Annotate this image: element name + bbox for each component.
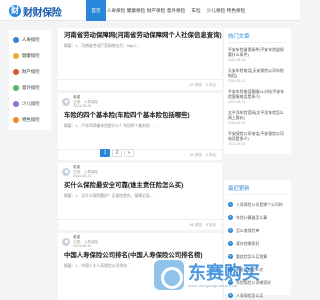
article-title[interactable]: 河南省劳动保障网(河南省劳动保障网个人社保信息查询) (58, 28, 222, 40)
sidebar-item-label: 人寿保险 (22, 37, 40, 42)
article-card[interactable]: 老梁 分类：人寿保险 2024-05-31 车险的四个基本险(车险四个基本险包括… (58, 93, 222, 160)
hot-article-item[interactable]: 平安车险退保条件(平安车险退保要什么条件) 2024-05-31 (228, 46, 287, 67)
page-button-2[interactable]: 2 (112, 149, 122, 157)
watermark: 东赛购买 www.dongsaigoumai.com (154, 257, 262, 293)
latest-item-label[interactable]: 车险计算器怎么算 (236, 215, 267, 221)
comment-count: 0 评论 (205, 222, 216, 227)
sidebar-item-kids[interactable]: 少儿保险 (9, 96, 51, 112)
latest-item[interactable]: 3 怎么查保险单 (228, 224, 287, 237)
kids-category-icon (13, 101, 19, 107)
hot-article-date: 2024-05-31 (228, 121, 246, 125)
hot-articles-panel: 热门文章 平安车险退保条件(平安车险退保要什么条件) 2024-05-31 天安… (224, 28, 291, 154)
hot-article-date: 2024-05-31 (228, 100, 246, 104)
main-nav: 首页 人寿保险 健康保险 财产保险 意外保险 车险 少儿保险 特色保险 (86, 0, 246, 21)
rank-badge-icon: 2 (228, 215, 233, 220)
hot-article-title[interactable]: 平安车险退保条件(平安车险退保要什么条件) (228, 47, 287, 57)
sidebar-item-special[interactable]: 特色保险 (9, 112, 51, 128)
rank-badge-icon: 3 (228, 228, 233, 233)
latest-item-label[interactable]: 怎么查保险单 (236, 228, 259, 234)
logo-text: 财财保险 (23, 7, 62, 19)
article-title[interactable]: 车险的四个基本险(车险四个基本险包括哪些) (58, 108, 222, 120)
health-category-icon (13, 53, 19, 59)
special-category-icon (13, 117, 19, 123)
article-date: 2024-05-31 (73, 174, 92, 179)
article-excerpt: 摘要：1、买什么保险最好？买保险首先，保障全面... (64, 194, 153, 198)
watermark-url: www.dongsaigoumai.com (188, 282, 238, 288)
pagination: 1 2 » (100, 149, 136, 157)
nav-item-home[interactable]: 首页 (86, 0, 106, 21)
sidebar-item-label: 意外保险 (22, 85, 40, 90)
top-navbar: 财 财财保险 首页 人寿保险 健康保险 财产保险 意外保险 车险 少儿保险 特色… (0, 0, 300, 21)
article-stats: 53 浏览 0 评论 (58, 149, 222, 160)
view-count: 57 浏览 (189, 82, 202, 87)
article-meta: 老梁 分类：人寿保险 2024-05-31 (58, 163, 222, 178)
latest-item-label[interactable]: 意外险哪家好 (236, 241, 259, 247)
nav-item-health[interactable]: 健康保险 (126, 0, 146, 21)
latest-item[interactable]: 4 意外险哪家好 (228, 237, 287, 250)
article-meta: 老梁 分类：人寿保险 2024-05-31 (58, 233, 222, 248)
article-stats: 57 浏览 0 评论 (58, 79, 222, 90)
rank-badge-icon: 1 (228, 202, 233, 207)
sidebar-item-label: 财产保险 (22, 69, 40, 74)
article-stats: 68 浏览 0 评论 (58, 219, 222, 230)
property-category-icon (13, 69, 19, 75)
site-logo[interactable]: 财 财财保险 (9, 4, 62, 19)
sidebar-item-life[interactable]: 人寿保险 (9, 32, 51, 48)
hot-article-title[interactable]: 平安保险公司电话(平安保险公司电话是多少) (228, 131, 287, 141)
article-card[interactable]: 河南省劳动保障网(河南省劳动保障网个人社保信息查询) 摘要：1、河南省劳动厅官网… (58, 28, 222, 90)
view-count: 68 浏览 (189, 222, 202, 227)
article-date: 2024-05-31 (73, 104, 92, 109)
author-avatar-icon (62, 238, 70, 246)
hot-article-date: 2024-05-31 (228, 58, 246, 62)
watermark-text: 东赛购买 (188, 262, 260, 283)
sidebar-item-label: 特色保险 (22, 117, 40, 122)
comment-count: 0 评论 (205, 82, 216, 87)
nav-item-special[interactable]: 特色保险 (226, 0, 246, 21)
latest-item-label[interactable]: 人寿保险公司是哪个公司的 (236, 202, 283, 208)
sidebar-item-label: 少儿保险 (22, 101, 40, 106)
hot-article-title[interactable]: 平安车险电话客服24小时(平安车险客服电话是多少) (228, 89, 287, 99)
hot-article-item[interactable]: 太平洋车险官网(太平洋车险怎么网上报价) 2024-05-31 (228, 109, 287, 130)
hot-articles-title: 热门文章 (228, 32, 287, 43)
hot-article-date: 2024-05-31 (228, 142, 246, 146)
nav-item-accident[interactable]: 意外保险 (166, 0, 186, 21)
view-count: 53 浏览 (189, 152, 202, 157)
nav-item-property[interactable]: 财产保险 (146, 0, 166, 21)
article-title[interactable]: 买什么保险最安全可靠(谁主责任险怎么买) (58, 178, 222, 190)
latest-item-label[interactable]: 人寿保险怎么买 (236, 293, 263, 299)
author-avatar-icon (62, 98, 70, 106)
sidebar-item-health[interactable]: 健康保险 (9, 48, 51, 64)
latest-item[interactable]: 1 人寿保险公司是哪个公司的 (228, 198, 287, 211)
category-sidebar: 人寿保险 健康保险 财产保险 意外保险 少儿保险 特色保险 (9, 30, 51, 130)
next-page-button[interactable]: » (124, 149, 134, 157)
hot-article-item[interactable]: 平安车险电话客服24小时(平安车险客服电话是多少) 2024-05-31 (228, 88, 287, 109)
article-card[interactable]: 老梁 分类：人寿保险 2024-05-31 买什么保险最安全可靠(谁主责任险怎么… (58, 163, 222, 230)
watermark-logo-icon (154, 260, 184, 290)
hot-article-item[interactable]: 天安车险电话(天安保险公司车险电话) 2024-05-31 (228, 67, 287, 88)
sidebar-item-property[interactable]: 财产保险 (9, 64, 51, 80)
author-avatar-icon (62, 168, 70, 176)
page-button-1[interactable]: 1 (100, 149, 110, 157)
article-excerpt: 摘要：1、汽车四项基本险是什么？车险四个基本险：... (64, 124, 157, 128)
nav-item-auto[interactable]: 车险 (186, 0, 206, 21)
nav-item-kids[interactable]: 少儿保险 (206, 0, 226, 21)
hot-article-title[interactable]: 天安车险电话(天安保险公司车险电话) (228, 68, 287, 78)
article-date: 2024-05-31 (73, 244, 92, 249)
article-excerpt: 摘要：1、河南省劳动厅官网地址为：http://... (64, 44, 140, 48)
rank-badge-icon: 4 (228, 241, 233, 246)
sidebar-item-label: 健康保险 (22, 53, 40, 58)
hot-article-date: 2024-05-31 (228, 79, 246, 83)
life-category-icon (13, 37, 19, 43)
article-meta: 老梁 分类：人寿保险 2024-05-31 (58, 93, 222, 108)
sidebar-item-accident[interactable]: 意外保险 (9, 80, 51, 96)
latest-updates-title: 最近更新 (228, 184, 287, 195)
accident-category-icon (13, 85, 19, 91)
latest-item[interactable]: 2 车险计算器怎么算 (228, 211, 287, 224)
hot-article-title[interactable]: 太平洋车险官网(太平洋车险怎么网上报价) (228, 110, 287, 120)
logo-icon: 财 (9, 5, 21, 17)
comment-count: 0 评论 (205, 152, 216, 157)
rank-badge-icon: 8 (228, 293, 233, 298)
hot-article-item[interactable]: 平安保险公司电话(平安保险公司电话是多少) 2024-05-31 (228, 130, 287, 151)
nav-item-life[interactable]: 人寿保险 (106, 0, 126, 21)
